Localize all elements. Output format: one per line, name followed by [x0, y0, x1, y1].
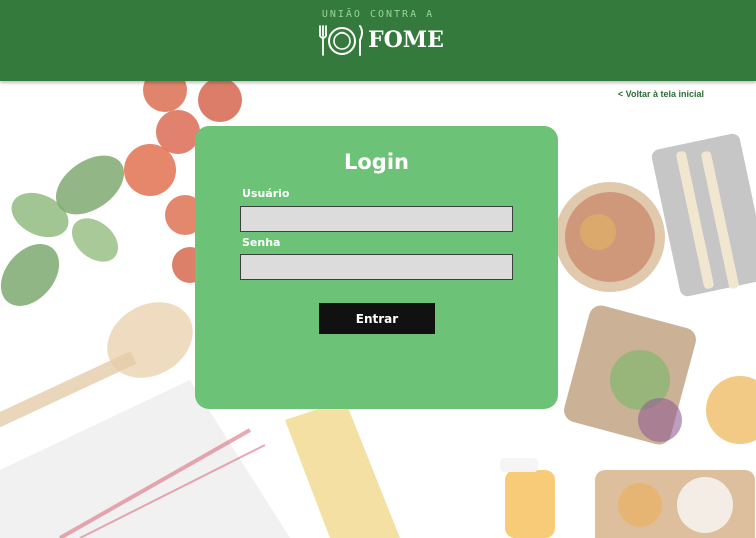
login-submit-button[interactable]: Entrar — [319, 303, 435, 334]
back-to-home-link[interactable]: < Voltar à tela inicial — [618, 89, 704, 99]
username-input[interactable] — [240, 206, 513, 232]
plate-fork-knife-icon — [319, 25, 363, 56]
logo-tagline: UNIÃO CONTRA A — [321, 9, 435, 20]
password-input[interactable] — [240, 254, 513, 280]
logo[interactable]: FOME — [318, 22, 444, 58]
login-title: Login — [344, 150, 409, 174]
username-label: Usuário — [242, 187, 290, 200]
logo-wordmark: FOME — [368, 27, 444, 53]
password-label: Senha — [242, 236, 281, 249]
site-header: UNIÃO CONTRA A FOME — [0, 0, 756, 81]
login-card: Login Usuário Senha Entrar — [195, 126, 558, 409]
